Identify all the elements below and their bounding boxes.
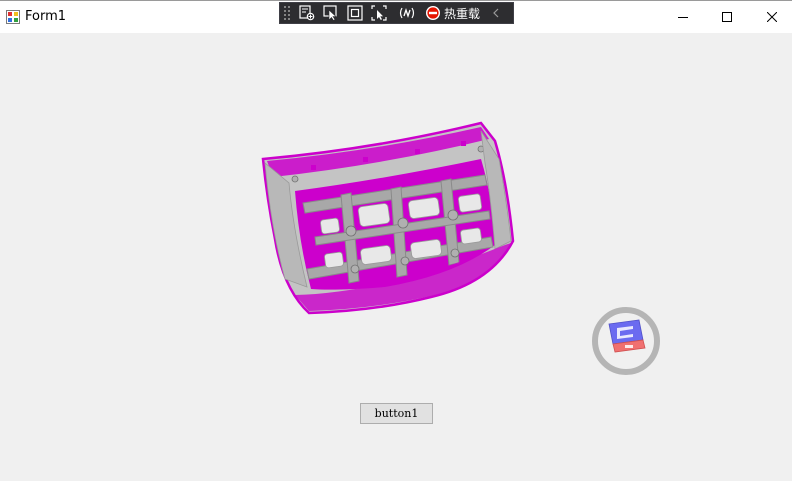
hot-reload-button[interactable]: 热重载 (425, 3, 480, 23)
title-bar[interactable]: Form1 热重载 (0, 1, 792, 33)
toolbar-grip[interactable] (283, 5, 291, 21)
live-visual-tree-icon[interactable] (297, 3, 317, 23)
maximize-icon (722, 12, 732, 22)
form1-window: Form1 热重载 button1 (0, 0, 792, 481)
window-title: Form1 (25, 9, 67, 24)
button1[interactable]: button1 (360, 403, 433, 424)
close-icon (767, 12, 777, 22)
track-focus-icon[interactable] (369, 3, 389, 23)
chevron-left-icon[interactable] (490, 3, 502, 23)
close-button[interactable] (749, 1, 792, 33)
hot-reload-label: 热重载 (444, 6, 481, 21)
binding-failures-icon[interactable] (397, 3, 417, 23)
app-icon (6, 10, 20, 24)
display-layout-adorners-icon[interactable] (345, 3, 365, 23)
maximize-button[interactable] (704, 1, 750, 33)
xaml-debug-toolbar: 热重载 (279, 2, 514, 24)
stop-icon (426, 6, 440, 20)
car-hood-3d-model[interactable] (255, 119, 517, 319)
select-element-icon[interactable] (321, 3, 341, 23)
navigation-cube-icon[interactable] (589, 304, 663, 378)
minimize-button[interactable] (660, 1, 706, 33)
minimize-icon (678, 17, 688, 18)
